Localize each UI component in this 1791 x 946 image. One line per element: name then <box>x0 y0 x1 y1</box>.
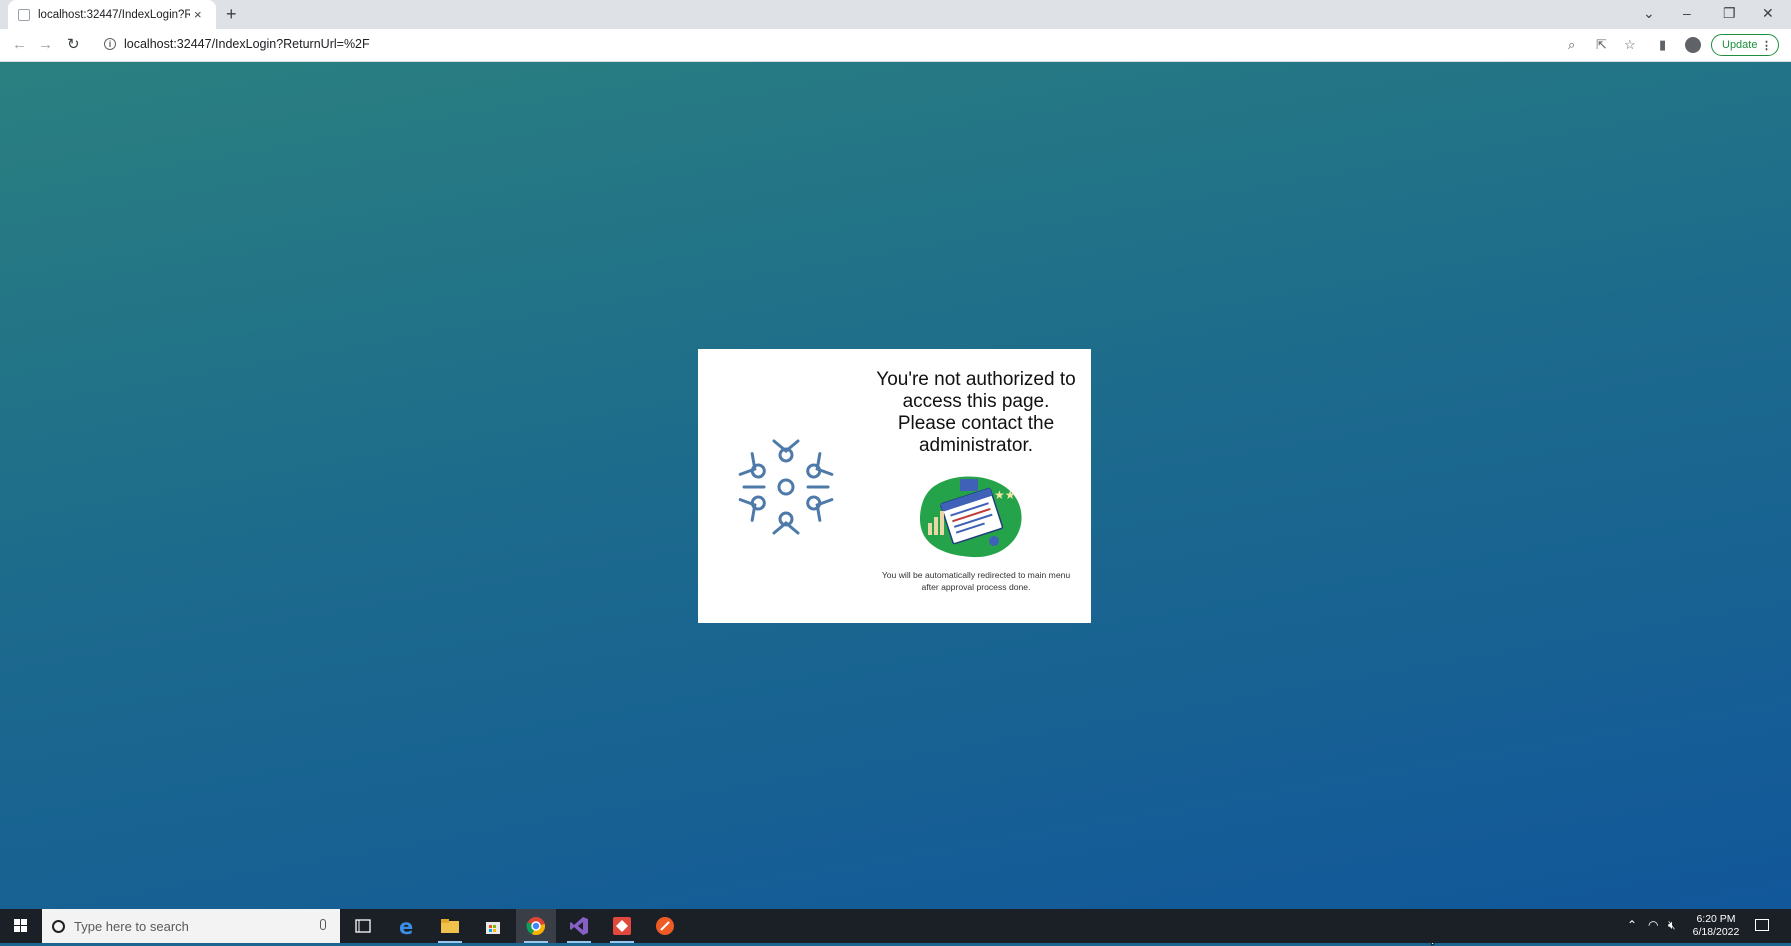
site-info-icon[interactable]: i <box>104 38 116 50</box>
svg-text:e: e <box>399 915 413 937</box>
browser-toolbar: ← → ↻ i localhost:32447/IndexLogin?Retur… <box>0 29 1791 62</box>
search-placeholder: Type here to search <box>74 918 189 934</box>
redirect-note: You will be automatically redirected to … <box>881 570 1071 592</box>
microsoft-store-icon[interactable] <box>473 909 513 943</box>
approval-document-illustration: ★★ <box>920 476 1022 558</box>
postman-icon[interactable] <box>645 909 685 943</box>
unauthorized-message: You're not authorized to access this pag… <box>876 369 1076 456</box>
side-panel-icon[interactable]: ▮ <box>1659 37 1666 53</box>
microphone-icon[interactable] <box>320 919 326 930</box>
update-button[interactable]: Update ⋮ <box>1711 34 1779 56</box>
browser-tab[interactable]: localhost:32447/IndexLogin?Retu × <box>8 0 216 29</box>
windows-taskbar: Type here to search e ⌃ ◠ 🔇︎ 6:20 PM 6/1… <box>0 909 1791 943</box>
system-clock[interactable]: 6:20 PM 6/18/2022 <box>1690 913 1742 939</box>
page-icon <box>18 8 30 21</box>
reload-icon[interactable]: ↻ <box>67 36 80 54</box>
tab-strip: localhost:32447/IndexLogin?Retu × + ⌄ – … <box>0 0 1791 29</box>
visual-studio-icon[interactable] <box>559 909 599 943</box>
share-icon[interactable]: ⇱ <box>1596 37 1607 53</box>
volume-muted-icon[interactable]: 🔇︎ <box>1668 918 1676 933</box>
tab-title: localhost:32447/IndexLogin?Retu <box>38 8 190 21</box>
close-tab-icon[interactable]: × <box>194 7 202 22</box>
windows-start-icon[interactable] <box>14 919 28 933</box>
show-hidden-icons-chevron-icon[interactable]: ⌃ <box>1627 918 1637 932</box>
tab-search-chevron-icon[interactable]: ⌄ <box>1643 3 1655 23</box>
menu-dots-icon: ⋮ <box>1761 39 1772 52</box>
zoom-icon[interactable]: ⌕ <box>1568 37 1575 53</box>
back-arrow-icon[interactable]: ← <box>12 36 27 54</box>
minimize-icon[interactable]: – <box>1683 3 1691 23</box>
clock-date: 6/18/2022 <box>1692 926 1740 938</box>
forward-arrow-icon[interactable]: → <box>38 36 53 54</box>
address-bar[interactable]: localhost:32447/IndexLogin?ReturnUrl=%2F <box>124 37 370 51</box>
clock-time: 6:20 PM <box>1696 913 1736 925</box>
update-label: Update <box>1722 39 1758 51</box>
profile-avatar-icon[interactable] <box>1685 37 1701 53</box>
svg-text:★★: ★★ <box>994 488 1016 502</box>
cortana-icon <box>52 919 65 933</box>
restore-icon[interactable]: ❐ <box>1723 3 1736 23</box>
page-background: You're not authorized to access this pag… <box>0 62 1791 946</box>
new-tab-icon[interactable]: + <box>226 4 237 24</box>
internet-explorer-icon[interactable]: e <box>387 909 427 943</box>
chrome-icon[interactable] <box>516 909 556 943</box>
git-app-icon[interactable] <box>602 909 642 943</box>
action-center-icon[interactable] <box>1755 919 1769 931</box>
file-explorer-icon[interactable] <box>430 909 470 943</box>
community-logo-icon <box>738 439 834 535</box>
close-window-icon[interactable]: ✕ <box>1762 3 1774 23</box>
network-icon[interactable]: ◠ <box>1648 918 1658 932</box>
taskbar-search-box[interactable]: Type here to search <box>42 909 340 943</box>
task-view-icon[interactable] <box>343 909 383 943</box>
bookmark-star-icon[interactable]: ☆ <box>1624 37 1636 53</box>
unauthorized-dialog: You're not authorized to access this pag… <box>698 349 1091 623</box>
